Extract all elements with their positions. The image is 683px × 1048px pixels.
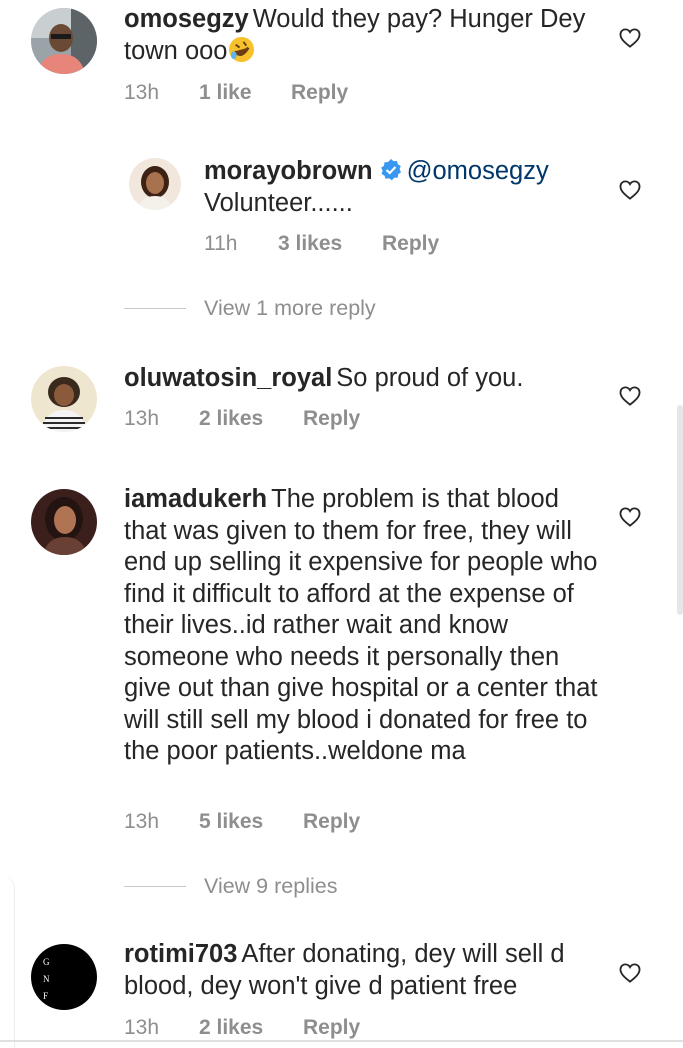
heart-icon[interactable]: [619, 180, 641, 200]
comment-text: iamadukerh The problem is that blood that…: [124, 484, 598, 768]
divider-line: [124, 307, 186, 310]
likes-count[interactable]: 5 likes: [199, 810, 303, 834]
comment-omosegzy: omosegzy Would they pay? Hunger Dey town …: [0, 0, 683, 120]
comment-time: 13h: [124, 810, 160, 833]
comment-body: So proud of you.: [336, 364, 524, 392]
reply-button[interactable]: Reply: [291, 81, 348, 105]
heart-icon[interactable]: [619, 386, 641, 406]
avatar-logo-text: G N F: [43, 954, 50, 1005]
comment-meta: 13h 2 likes Reply: [124, 407, 360, 431]
username[interactable]: morayobrown: [204, 157, 373, 185]
scrollbar[interactable]: [677, 405, 683, 615]
comment-meta: 13h 5 likes Reply: [124, 810, 360, 834]
comment-time: 11h: [204, 232, 238, 255]
comment-text: omosegzy Would they pay? Hunger Dey town …: [124, 4, 604, 67]
divider-line: [124, 885, 186, 888]
avatar-photo: [31, 489, 97, 555]
bottom-divider: [0, 1040, 683, 1042]
heart-icon[interactable]: [619, 28, 641, 48]
comment-body: The problem is that blood that was given…: [124, 485, 598, 765]
username[interactable]: oluwatosin_royal: [124, 364, 332, 392]
avatar[interactable]: G N F: [31, 944, 97, 1010]
comment-oluwatosin-royal: oluwatosin_royal So proud of you. 13h 2 li…: [0, 360, 683, 440]
comment-meta: 13h 2 likes Reply: [124, 1016, 360, 1040]
reply-button[interactable]: Reply: [303, 407, 360, 431]
comment-text: morayobrown @omosegzy Volunteer......: [204, 156, 604, 219]
username[interactable]: omosegzy: [124, 5, 249, 33]
view-more-replies[interactable]: View 1 more reply: [124, 296, 376, 321]
mention-link[interactable]: @omosegzy: [407, 157, 549, 185]
username[interactable]: iamadukerh: [124, 485, 267, 513]
comment-time: 13h: [124, 81, 160, 104]
view-more-label[interactable]: View 1 more reply: [204, 296, 376, 321]
view-more-label[interactable]: View 9 replies: [204, 874, 337, 899]
avatar-letter: N: [43, 974, 50, 984]
avatar-photo: [129, 158, 181, 210]
heart-icon[interactable]: [619, 963, 641, 983]
comment-meta: 11h 3 likes Reply: [204, 232, 439, 256]
reply-button[interactable]: Reply: [382, 232, 439, 256]
reply-button[interactable]: Reply: [303, 1016, 360, 1040]
avatar[interactable]: [31, 8, 97, 74]
username[interactable]: rotimi703: [124, 940, 237, 968]
avatar-letter: G: [43, 957, 50, 967]
side-panel-edge: [0, 875, 15, 1048]
likes-count[interactable]: 2 likes: [199, 1016, 303, 1040]
comment-time: 13h: [124, 407, 160, 430]
comment-text: oluwatosin_royal So proud of you.: [124, 363, 604, 395]
avatar[interactable]: [31, 366, 97, 432]
comment-iamadukerh: iamadukerh The problem is that blood that…: [0, 482, 683, 842]
reply-button[interactable]: Reply: [303, 810, 360, 834]
likes-count[interactable]: 2 likes: [199, 407, 303, 431]
avatar-photo: [31, 8, 97, 74]
comment-rotimi703: G N F rotimi703 After donating, dey will …: [0, 938, 683, 1048]
comment-text: rotimi703 After donating, dey will sell d…: [124, 939, 604, 1002]
avatar[interactable]: [129, 158, 181, 210]
heart-icon[interactable]: [619, 507, 641, 527]
view-more-replies[interactable]: View 9 replies: [124, 874, 337, 899]
avatar-photo: [31, 366, 97, 432]
verified-badge-icon: [380, 159, 401, 181]
avatar[interactable]: [31, 489, 97, 555]
likes-count[interactable]: 3 likes: [278, 232, 382, 256]
avatar-letter: F: [43, 991, 49, 1001]
comment-body: Volunteer......: [204, 188, 353, 217]
comment-time: 13h: [124, 1016, 160, 1039]
comment-meta: 13h 1 like Reply: [124, 81, 348, 105]
rolling-on-floor-laughing-emoji: [228, 36, 254, 62]
likes-count[interactable]: 1 like: [199, 81, 291, 105]
